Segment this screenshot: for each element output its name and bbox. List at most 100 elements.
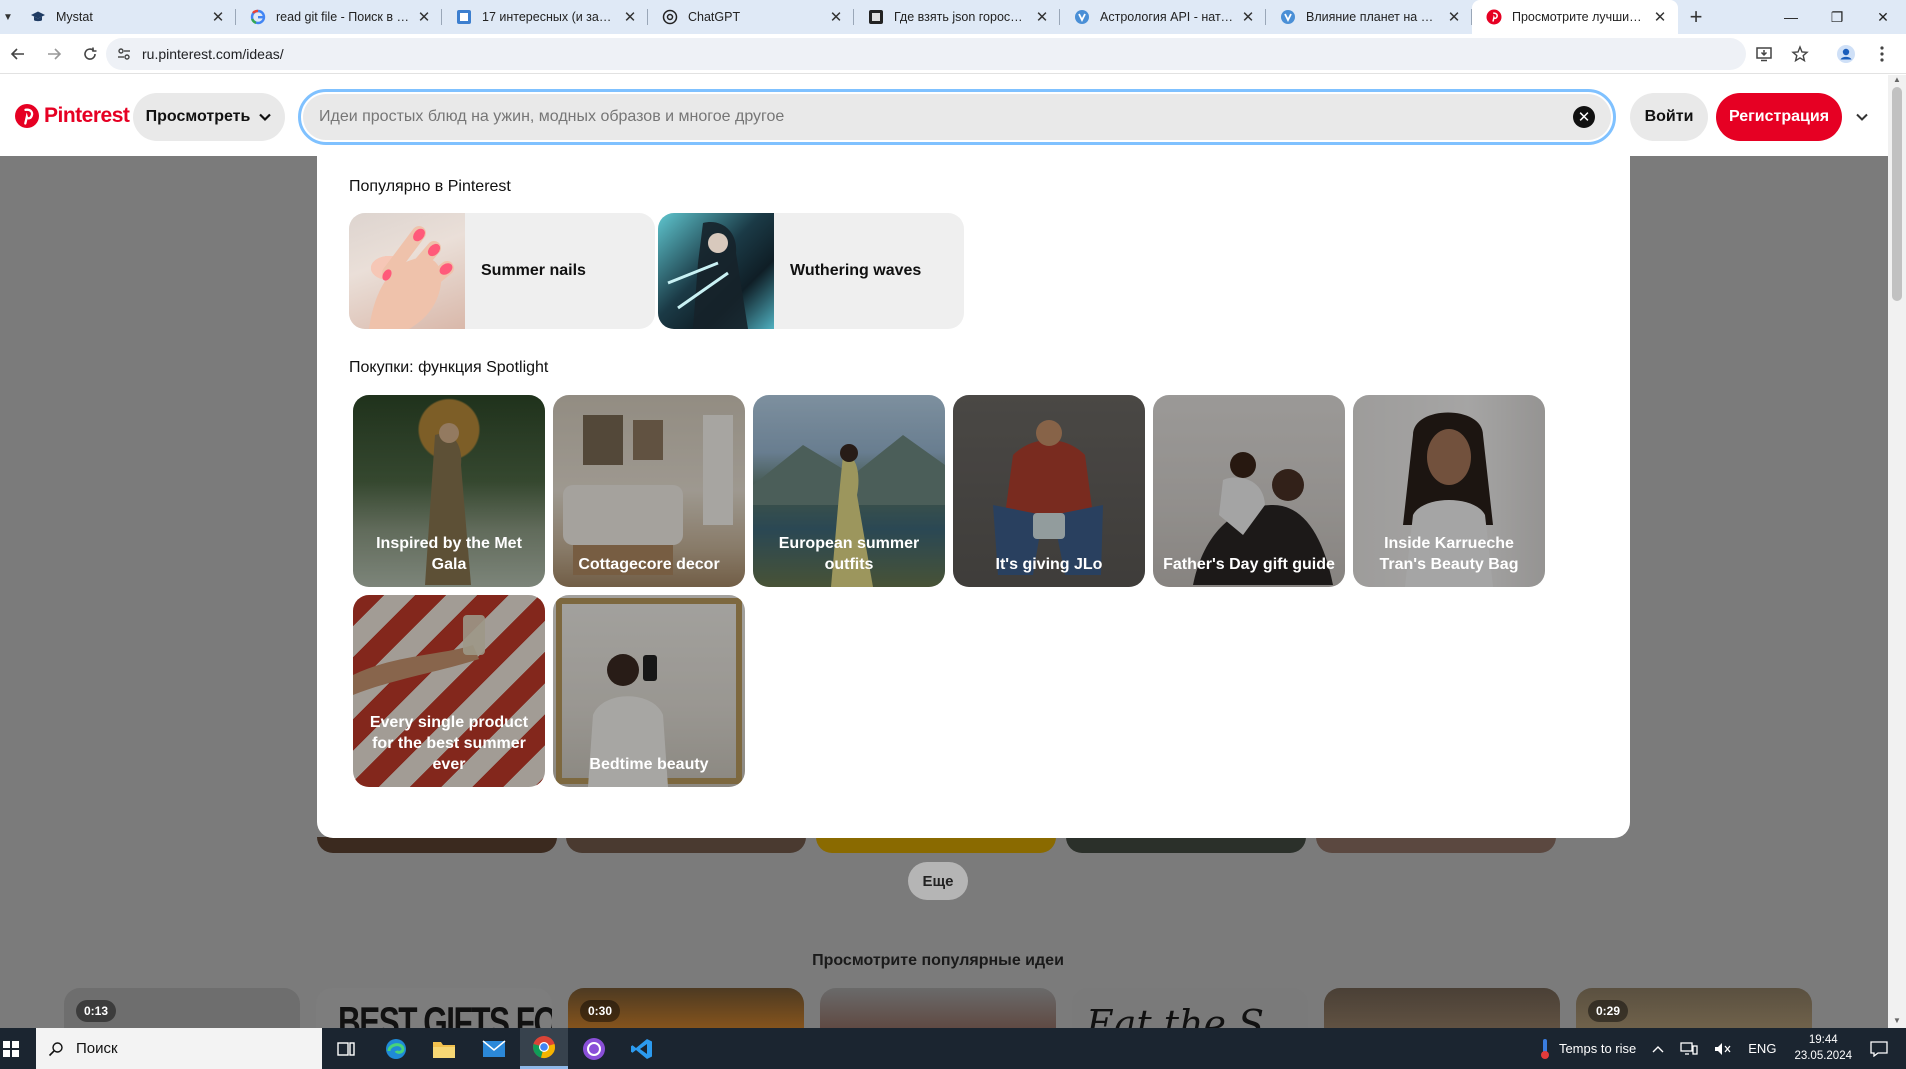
spotlight-label: Inspired by the Met Gala — [376, 534, 522, 573]
task-view-icon[interactable] — [322, 1028, 370, 1069]
suggestion-label: Wuthering waves — [790, 262, 922, 279]
window-controls: — ❐ ✕ — [1768, 0, 1906, 34]
spotlight-card[interactable]: Inspired by the Met Gala — [353, 395, 545, 587]
scroll-up-icon[interactable]: ▲ — [1888, 75, 1906, 87]
vscode-icon[interactable] — [618, 1028, 666, 1069]
minimize-icon[interactable]: — — [1768, 0, 1814, 34]
taskbar-search-box[interactable]: Поиск — [36, 1028, 322, 1069]
address-bar[interactable]: ru.pinterest.com/ideas/ — [106, 38, 1746, 70]
clock[interactable]: 19:44 23.05.2024 — [1794, 1033, 1852, 1064]
browser-tab[interactable]: Астрология API - натальная ✕ — [1060, 0, 1266, 34]
spotlight-card[interactable]: Father's Day gift guide — [1153, 395, 1345, 587]
search-input[interactable] — [319, 108, 1573, 126]
bg-pin-edge — [566, 837, 806, 853]
back-icon[interactable] — [0, 36, 36, 72]
close-tab-icon[interactable]: ✕ — [416, 8, 432, 26]
clear-search-icon[interactable]: ✕ — [1573, 106, 1595, 128]
url-text: ru.pinterest.com/ideas/ — [142, 46, 284, 62]
popular-ideas-title: Просмотрите популярные идеи — [812, 952, 1064, 969]
notifications-icon[interactable] — [1870, 1040, 1888, 1057]
popular-suggestion-card[interactable]: Summer nails — [349, 213, 655, 329]
popular-suggestion-card[interactable]: Wuthering waves — [658, 213, 964, 329]
site-settings-icon[interactable] — [116, 46, 132, 62]
spotlight-card[interactable]: Bedtime beauty — [553, 595, 745, 787]
spotlight-card[interactable]: Inside Karrueche Tran's Beauty Bag — [1353, 395, 1545, 587]
spotlight-label: European summer outfits — [778, 534, 920, 573]
suggestion-label: Summer nails — [481, 262, 586, 279]
mail-icon[interactable] — [470, 1028, 518, 1069]
restore-icon[interactable]: ❐ — [1814, 0, 1860, 34]
idea-card[interactable]: Eat the S — [1072, 988, 1308, 1028]
idea-card[interactable] — [820, 988, 1056, 1028]
reload-icon[interactable] — [72, 36, 108, 72]
explore-dropdown-button[interactable]: Просмотреть — [133, 93, 285, 141]
windows-start-icon[interactable] — [0, 1028, 22, 1069]
browser-tab[interactable]: ChatGPT ✕ — [648, 0, 854, 34]
pinterest-icon — [1486, 9, 1502, 25]
close-tab-icon[interactable]: ✕ — [622, 8, 638, 26]
tab-title: Влияние планет на дома — [1306, 10, 1440, 24]
card-text: Eat the S — [1086, 1002, 1265, 1028]
weather-text: Temps to rise — [1558, 1041, 1637, 1056]
edge-browser-icon[interactable] — [372, 1028, 420, 1069]
close-tab-icon[interactable]: ✕ — [1240, 8, 1256, 26]
pinterest-logo[interactable]: Pinterest — [14, 103, 130, 129]
browser-tab[interactable]: Где взять json гороскопа ✕ — [854, 0, 1060, 34]
show-hidden-icons-chevron-icon[interactable] — [1652, 1045, 1664, 1053]
idea-card[interactable]: 0:30 — [568, 988, 804, 1028]
weather-widget[interactable]: Temps to rise — [1539, 1038, 1636, 1060]
idea-card[interactable]: BEST GIFTS FOR — [316, 988, 552, 1028]
idea-card[interactable] — [1324, 988, 1560, 1028]
volume-muted-icon[interactable] — [1714, 1042, 1732, 1056]
explore-label: Просмотреть — [145, 108, 251, 125]
input-language[interactable]: ENG — [1748, 1041, 1776, 1056]
close-tab-icon[interactable]: ✕ — [210, 8, 226, 26]
chatgpt-icon — [662, 9, 678, 25]
chrome-icon[interactable] — [520, 1028, 568, 1069]
close-tab-icon[interactable]: ✕ — [1034, 8, 1050, 26]
close-tab-icon[interactable]: ✕ — [1446, 8, 1462, 26]
chevron-down-icon — [259, 113, 272, 122]
bookmark-star-icon[interactable] — [1782, 36, 1818, 72]
search-bar[interactable]: ✕ — [298, 89, 1616, 145]
spotlight-label: Every single product for the best summer… — [369, 713, 529, 773]
spotlight-label: It's giving JLo — [995, 555, 1103, 573]
browser-menu-icon[interactable] — [1864, 36, 1900, 72]
suggestion-thumbnail — [658, 213, 774, 329]
spotlight-card[interactable]: It's giving JLo — [953, 395, 1145, 587]
profile-avatar-icon[interactable] — [1828, 36, 1864, 72]
close-window-icon[interactable]: ✕ — [1860, 0, 1906, 34]
login-button[interactable]: Войти — [1630, 93, 1708, 141]
network-icon[interactable] — [1680, 1041, 1698, 1056]
browser-tab[interactable]: read git file - Поиск в Google ✕ — [236, 0, 442, 34]
idea-card[interactable]: 0:29 — [1576, 988, 1812, 1028]
idea-card[interactable]: 0:13 — [64, 988, 300, 1028]
spotlight-card[interactable]: Every single product for the best summer… — [353, 595, 545, 787]
video-duration: 0:29 — [1588, 1000, 1629, 1022]
scroll-down-icon[interactable]: ▼ — [1888, 1016, 1906, 1028]
tab-search-chevron-icon[interactable]: ▼ — [0, 0, 16, 34]
close-tab-icon[interactable]: ✕ — [828, 8, 844, 26]
file-explorer-icon[interactable] — [420, 1028, 468, 1069]
more-button[interactable]: Еще — [908, 862, 968, 900]
tab-title: Просмотрите лучшие рецепты — [1512, 10, 1646, 24]
browser-tab-strip: ▼ Mystat ✕ read git file - Поиск в Googl… — [0, 0, 1906, 34]
browser-tab[interactable]: Влияние планет на дома ✕ — [1266, 0, 1472, 34]
google-icon — [250, 9, 266, 25]
new-tab-button[interactable]: + — [1678, 0, 1714, 34]
forward-icon[interactable] — [36, 36, 72, 72]
spotlight-card[interactable]: Cottagecore decor — [553, 395, 745, 587]
bg-pin-edge — [1066, 837, 1306, 853]
close-tab-icon[interactable]: ✕ — [1652, 8, 1668, 26]
github-desktop-icon[interactable] — [570, 1028, 618, 1069]
spotlight-card[interactable]: European summer outfits — [753, 395, 945, 587]
scrollbar-thumb[interactable] — [1892, 87, 1902, 301]
browser-tab[interactable]: Mystat ✕ — [16, 0, 236, 34]
browser-tab-active[interactable]: Просмотрите лучшие рецепты ✕ — [1472, 0, 1678, 34]
clock-date: 23.05.2024 — [1794, 1049, 1852, 1062]
install-app-icon[interactable] — [1746, 36, 1782, 72]
page-scrollbar[interactable]: ▲ ▼ — [1888, 75, 1906, 1028]
browser-tab[interactable]: 17 интересных (и забавных) ✕ — [442, 0, 648, 34]
signup-button[interactable]: Регистрация — [1716, 93, 1842, 141]
more-options-chevron-icon[interactable] — [1850, 105, 1874, 129]
